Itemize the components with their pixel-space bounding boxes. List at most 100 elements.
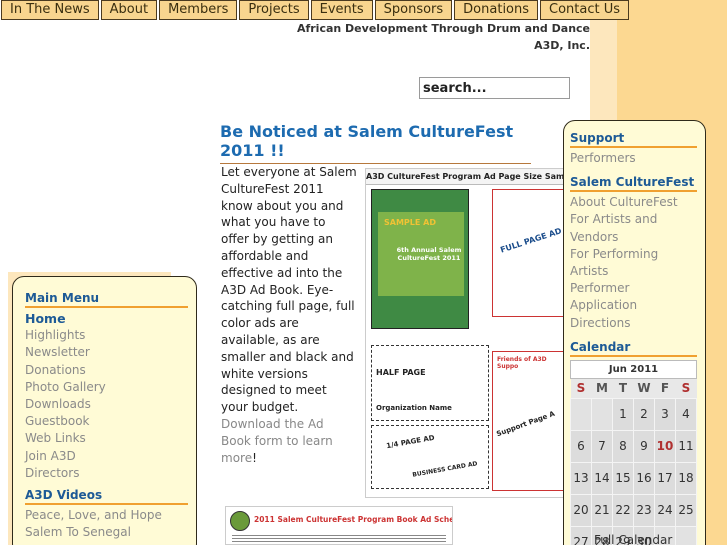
calendar-day[interactable]: 18 (675, 461, 697, 495)
calendar-day[interactable]: 9 (633, 429, 655, 463)
a3d-logo-icon (230, 511, 250, 531)
search-input[interactable] (419, 77, 570, 99)
ad-image-header: A3D CultureFest Program Ad Page Size Sam… (366, 169, 565, 185)
menu-item-directors[interactable]: Directors (25, 465, 188, 482)
friends-support-ad-thumbnail: Friends of A3D Suppo Support Page A (492, 351, 564, 491)
full-page-ad-label: FULL PAGE AD (499, 226, 563, 255)
org-name: African Development Through Drum and Dan… (290, 20, 590, 54)
article-title[interactable]: Be Noticed at Salem CultureFest 2011 !! (220, 122, 531, 164)
calendar-day[interactable]: 23 (633, 493, 655, 527)
calendar-day[interactable]: 10 (654, 429, 676, 463)
menu-item-donations[interactable]: Donations (25, 362, 188, 379)
calendar-day[interactable]: 25 (675, 493, 697, 527)
ad-schedule-image: 2011 Salem CultureFest Program Book Ad S… (225, 506, 453, 545)
support-item-performers[interactable]: Performers (570, 150, 697, 167)
calendar-day[interactable]: 7 (591, 429, 613, 463)
calendar-day[interactable]: 11 (675, 429, 697, 463)
nav-tab-about[interactable]: About (100, 0, 158, 20)
nav-tab-projects[interactable]: Projects (239, 0, 309, 20)
dow-sunday: S (570, 378, 592, 399)
dow-friday: F (654, 378, 676, 399)
calendar-table: Jun 2011 S M T W F S 1 2 3 4 6 7 8 9 10 11 13 14 15 1… (570, 359, 697, 545)
calendar-empty-cell (570, 397, 592, 431)
top-nav: In The News About Members Projects Event… (1, 0, 631, 20)
calendar-day[interactable]: 2 (633, 397, 655, 431)
menu-item-newsletter[interactable]: Newsletter (25, 344, 188, 361)
menu-item-web-links[interactable]: Web Links (25, 430, 188, 447)
calendar-week-row: 13 14 15 16 17 18 (570, 461, 697, 495)
half-page-ad-label: HALF PAGE (376, 368, 426, 377)
menu-item-home[interactable]: Home (25, 310, 188, 327)
calendar-empty-cell (675, 525, 697, 545)
ad-size-samples-image: A3D CultureFest Program Ad Page Size Sam… (365, 168, 566, 498)
calendar-week-row: 6 7 8 9 10 11 (570, 429, 697, 463)
quarter-page-ad-thumbnail: 1/4 PAGE AD BUSINESS CARD AD (371, 425, 489, 489)
friends-label: Friends of A3D Suppo (497, 356, 547, 370)
calendar-day[interactable]: 16 (633, 461, 655, 495)
full-calendar-link[interactable]: Full Calendar (594, 533, 672, 545)
ad-book-download-link[interactable]: Download the Ad Book form to learn more (221, 417, 333, 465)
support-page-label: Support Page A (495, 409, 556, 439)
main-menu-heading: Main Menu (25, 291, 188, 308)
videos-heading: A3D Videos (25, 488, 188, 506)
calendar-day[interactable]: 4 (675, 397, 697, 431)
dow-saturday: S (675, 378, 697, 399)
calendar-empty-cell (591, 397, 613, 431)
calendar-day[interactable]: 6 (570, 429, 592, 463)
ad-schedule-title: 2011 Salem CultureFest Program Book Ad S… (254, 515, 453, 524)
dow-monday: M (591, 378, 613, 399)
calendar-day[interactable]: 17 (654, 461, 676, 495)
organization-name-label: Organization Name (376, 404, 452, 412)
calendar-days: 1 2 3 4 6 7 8 9 10 11 13 14 15 16 17 18 20 21 22 23 24 25 27 28… (570, 397, 697, 545)
culturefest-item-performing-artists[interactable]: For Performing Artists (570, 246, 697, 280)
nav-tab-events[interactable]: Events (310, 0, 373, 20)
calendar-day[interactable]: 15 (612, 461, 634, 495)
nav-tab-contact-us[interactable]: Contact Us (540, 0, 630, 20)
calendar-day[interactable]: 22 (612, 493, 634, 527)
nav-tab-members[interactable]: Members (159, 0, 238, 20)
dow-tuesday: T (612, 378, 634, 399)
article-body: Let everyone at Salem CultureFest 2011 k… (221, 164, 357, 466)
calendar-heading: Calendar (570, 340, 697, 357)
nav-tab-in-the-news[interactable]: In The News (1, 0, 99, 20)
menu-item-join-a3d[interactable]: Join A3D (25, 448, 188, 465)
org-name-line1: African Development Through Drum and Dan… (296, 22, 590, 35)
calendar-day[interactable]: 13 (570, 461, 592, 495)
nav-tab-donations[interactable]: Donations (454, 0, 539, 20)
support-heading: Support (570, 131, 697, 148)
quarter-page-ad-label: 1/4 PAGE AD (385, 433, 436, 451)
right-sidebar-panel: Support Performers Salem CultureFest Abo… (563, 120, 706, 545)
menu-item-guestbook[interactable]: Guestbook (25, 413, 188, 430)
full-page-ad-thumbnail: FULL PAGE AD (492, 189, 564, 317)
half-page-ad-thumbnail: HALF PAGE Organization Name (371, 345, 489, 421)
calendar-day[interactable]: 27 (570, 525, 592, 545)
calendar-day[interactable]: 8 (612, 429, 634, 463)
business-card-ad-label: BUSINESS CARD AD (411, 460, 479, 479)
sample-ad-thumbnail: SAMPLE AD 6th Annual Salem CultureFest 2… (371, 189, 469, 329)
main-menu-panel: Main Menu Home Highlights Newsletter Don… (12, 276, 197, 545)
calendar-day[interactable]: 21 (591, 493, 613, 527)
culturefest-item-about[interactable]: About CultureFest (570, 194, 697, 211)
menu-item-downloads[interactable]: Downloads (25, 396, 188, 413)
sample-ad-label: SAMPLE AD (384, 218, 436, 227)
culturefest-item-artists-vendors[interactable]: For Artists and Vendors (570, 211, 697, 245)
calendar-day[interactable]: 3 (654, 397, 676, 431)
calendar-day[interactable]: 14 (591, 461, 613, 495)
culturefest-item-directions[interactable]: Directions (570, 315, 697, 332)
calendar-day[interactable]: 24 (654, 493, 676, 527)
menu-item-photo-gallery[interactable]: Photo Gallery (25, 379, 188, 396)
calendar-dow-row: S M T W F S (570, 378, 697, 399)
nav-tab-sponsors[interactable]: Sponsors (374, 0, 453, 20)
culturefest-item-performer-application[interactable]: Performer Application (570, 280, 697, 314)
ad-schedule-text-lines (232, 533, 446, 543)
sample-ad-festival: 6th Annual Salem CultureFest 2011 (396, 246, 462, 262)
org-name-line2: A3D, Inc. (534, 39, 590, 52)
calendar-day[interactable]: 1 (612, 397, 634, 431)
calendar-week-row: 1234 (570, 397, 697, 431)
video-item-salem-to-senegal[interactable]: Salem To Senegal (25, 524, 188, 541)
article-link-suffix: ! (252, 450, 257, 465)
menu-item-highlights[interactable]: Highlights (25, 327, 188, 344)
culturefest-heading: Salem CultureFest (570, 175, 697, 193)
calendar-day[interactable]: 20 (570, 493, 592, 527)
video-item-peace-love-hope[interactable]: Peace, Love, and Hope (25, 507, 188, 524)
